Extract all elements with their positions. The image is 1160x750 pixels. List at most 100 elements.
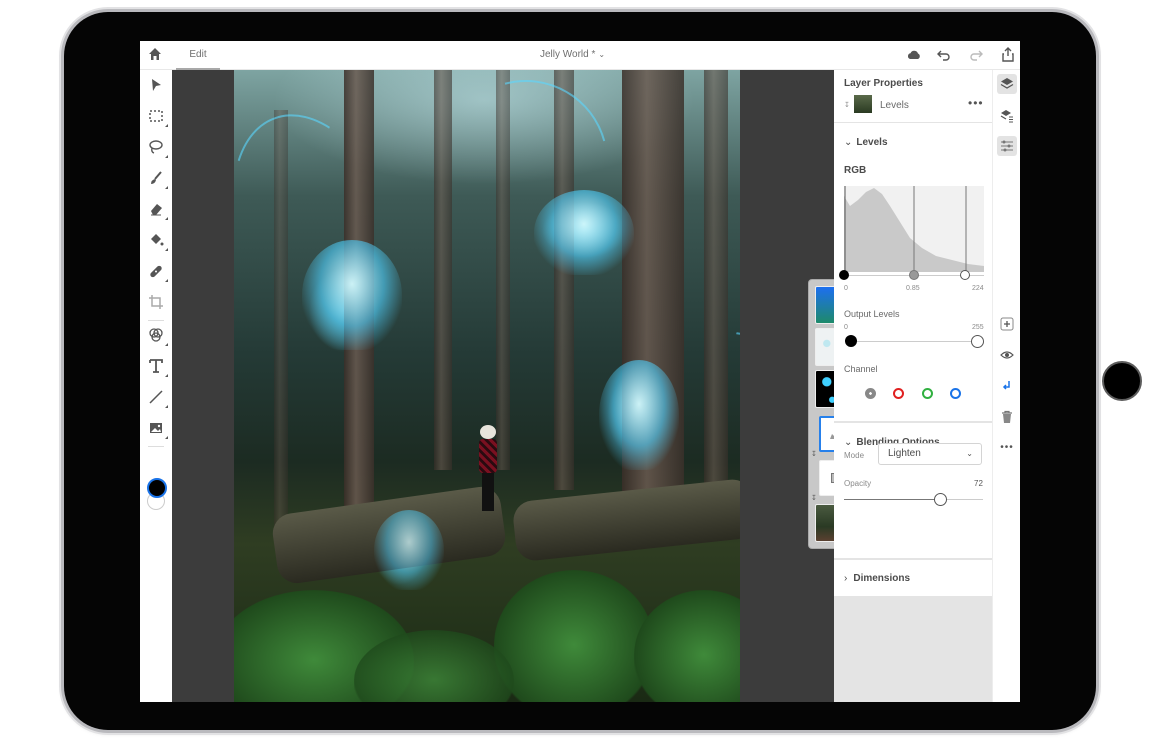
- channel-red-radio[interactable]: [893, 388, 904, 399]
- submenu-indicator: [165, 405, 168, 408]
- input-midtone-value: 0.85: [906, 285, 920, 292]
- input-white-handle[interactable]: [960, 270, 970, 280]
- histogram-graph: [844, 186, 984, 272]
- plaid-shirt: [479, 439, 497, 473]
- more-horizontal-icon[interactable]: •••: [997, 437, 1017, 457]
- eraser-icon[interactable]: [147, 200, 168, 220]
- opacity-value: 72: [974, 479, 983, 488]
- channel-rgb-radio[interactable]: [865, 388, 876, 399]
- output-white-handle[interactable]: [971, 335, 984, 348]
- more-horizontal-icon[interactable]: •••: [968, 96, 984, 110]
- text-icon[interactable]: [147, 357, 168, 377]
- home-icon[interactable]: [148, 47, 162, 61]
- layer-properties-header: Layer Properties ↧ Levels •••: [834, 70, 992, 122]
- histogram: [844, 186, 984, 272]
- chevron-down-icon: ⌄: [844, 137, 853, 148]
- jellyfish: [374, 510, 444, 590]
- healing-bandage-icon[interactable]: [147, 262, 168, 282]
- hat: [480, 425, 496, 439]
- input-black-handle[interactable]: [839, 270, 849, 280]
- select-arrow-icon[interactable]: [147, 76, 165, 94]
- dimensions-section-title: Dimensions: [853, 573, 911, 584]
- input-black-value: 0: [844, 285, 848, 292]
- toolbar-divider: [148, 320, 164, 321]
- fill-bucket-icon[interactable]: [147, 231, 168, 251]
- levels-section-toggle[interactable]: ⌄ Levels: [844, 137, 888, 148]
- submenu-indicator: [165, 186, 168, 189]
- channel-title: Channel: [844, 364, 878, 374]
- input-white-value: 224: [972, 285, 984, 292]
- document-title[interactable]: Jelly World * ⌄: [540, 41, 605, 69]
- toolbar-divider: [148, 446, 164, 447]
- chevron-down-icon: ⌄: [598, 50, 606, 59]
- cloud-icon[interactable]: [906, 47, 922, 63]
- submenu-indicator: [165, 436, 168, 439]
- submenu-indicator: [165, 124, 168, 127]
- layer-properties-icon[interactable]: [997, 106, 1017, 126]
- clip-link-icon: ↧: [844, 102, 850, 109]
- output-black-handle[interactable]: [845, 335, 857, 347]
- submenu-indicator: [165, 279, 168, 282]
- output-levels-label: Output Levels: [844, 309, 900, 319]
- layers-icon[interactable]: [997, 74, 1017, 94]
- adjustments-sliders-icon[interactable]: [997, 136, 1017, 156]
- fern: [634, 590, 740, 702]
- fallen-log: [511, 477, 740, 563]
- tool-bar: [140, 70, 172, 702]
- layer-thumbnail: [854, 95, 872, 113]
- share-icon[interactable]: [1000, 47, 1016, 63]
- opacity-slider-handle[interactable]: [934, 493, 947, 506]
- chevron-down-icon: ⌄: [844, 437, 853, 448]
- foreground-color-swatch[interactable]: [147, 478, 167, 498]
- channel-blue-radio[interactable]: [950, 388, 961, 399]
- submenu-indicator: [165, 248, 168, 251]
- dimensions-section-toggle[interactable]: › Dimensions: [844, 573, 910, 584]
- fern: [494, 570, 654, 702]
- clip-mask-icon[interactable]: [997, 376, 1017, 396]
- chevron-right-icon: ›: [844, 573, 848, 584]
- top-bar: Edit Jelly World * ⌄: [140, 41, 1020, 70]
- hardware-home-button[interactable]: [1102, 361, 1142, 401]
- place-image-icon[interactable]: [147, 419, 168, 439]
- lasso-icon[interactable]: [147, 138, 168, 158]
- output-black-value: 0: [844, 324, 848, 331]
- redo-icon[interactable]: [968, 47, 984, 63]
- dimensions-section: › Dimensions: [834, 560, 992, 596]
- line-icon[interactable]: [147, 388, 168, 408]
- add-layer-icon[interactable]: [997, 314, 1017, 334]
- submenu-indicator: [165, 217, 168, 220]
- chevron-down-icon: ⌄: [966, 449, 973, 458]
- mode-label: Mode: [844, 451, 865, 460]
- canvas-area[interactable]: ↧ ↧: [172, 70, 861, 702]
- undo-icon[interactable]: [936, 47, 952, 63]
- output-levels-track: [846, 341, 980, 342]
- panel-title: Layer Properties: [844, 78, 923, 89]
- clip-link-icon: ↧: [811, 451, 817, 458]
- opacity-track-filled: [844, 499, 939, 500]
- submenu-indicator: [165, 374, 168, 377]
- person-figure: [476, 425, 500, 515]
- right-icon-rail: •••: [992, 70, 1020, 702]
- blend-mode-select[interactable]: Lighten ⌄: [878, 443, 982, 465]
- document-canvas-image[interactable]: [234, 70, 740, 702]
- tab-edit[interactable]: Edit: [176, 41, 220, 70]
- clip-link-icon: ↧: [811, 495, 817, 502]
- output-white-value: 255: [972, 324, 984, 331]
- delete-icon[interactable]: [997, 407, 1017, 427]
- crop-icon[interactable]: [147, 293, 165, 311]
- properties-panel: Layer Properties ↧ Levels ••• ⌄ Levels RG…: [834, 70, 992, 702]
- levels-section-title: Levels: [856, 137, 888, 148]
- opacity-label: Opacity: [844, 479, 872, 488]
- brush-icon[interactable]: [147, 169, 168, 189]
- channel-name: RGB: [844, 165, 867, 176]
- blend-mode-value: Lighten: [888, 448, 921, 459]
- app-screen: Edit Jelly World * ⌄ ↧ ↧ Layer Propertie…: [140, 41, 1020, 702]
- jellyfish-tendril: [234, 91, 431, 373]
- legs: [482, 473, 494, 511]
- channel-green-radio[interactable]: [922, 388, 933, 399]
- submenu-indicator: [165, 155, 168, 158]
- adjustments-icon[interactable]: [147, 326, 168, 346]
- marquee-select-icon[interactable]: [147, 107, 168, 127]
- input-midtone-handle[interactable]: [909, 270, 919, 280]
- visibility-eye-icon[interactable]: [997, 345, 1017, 365]
